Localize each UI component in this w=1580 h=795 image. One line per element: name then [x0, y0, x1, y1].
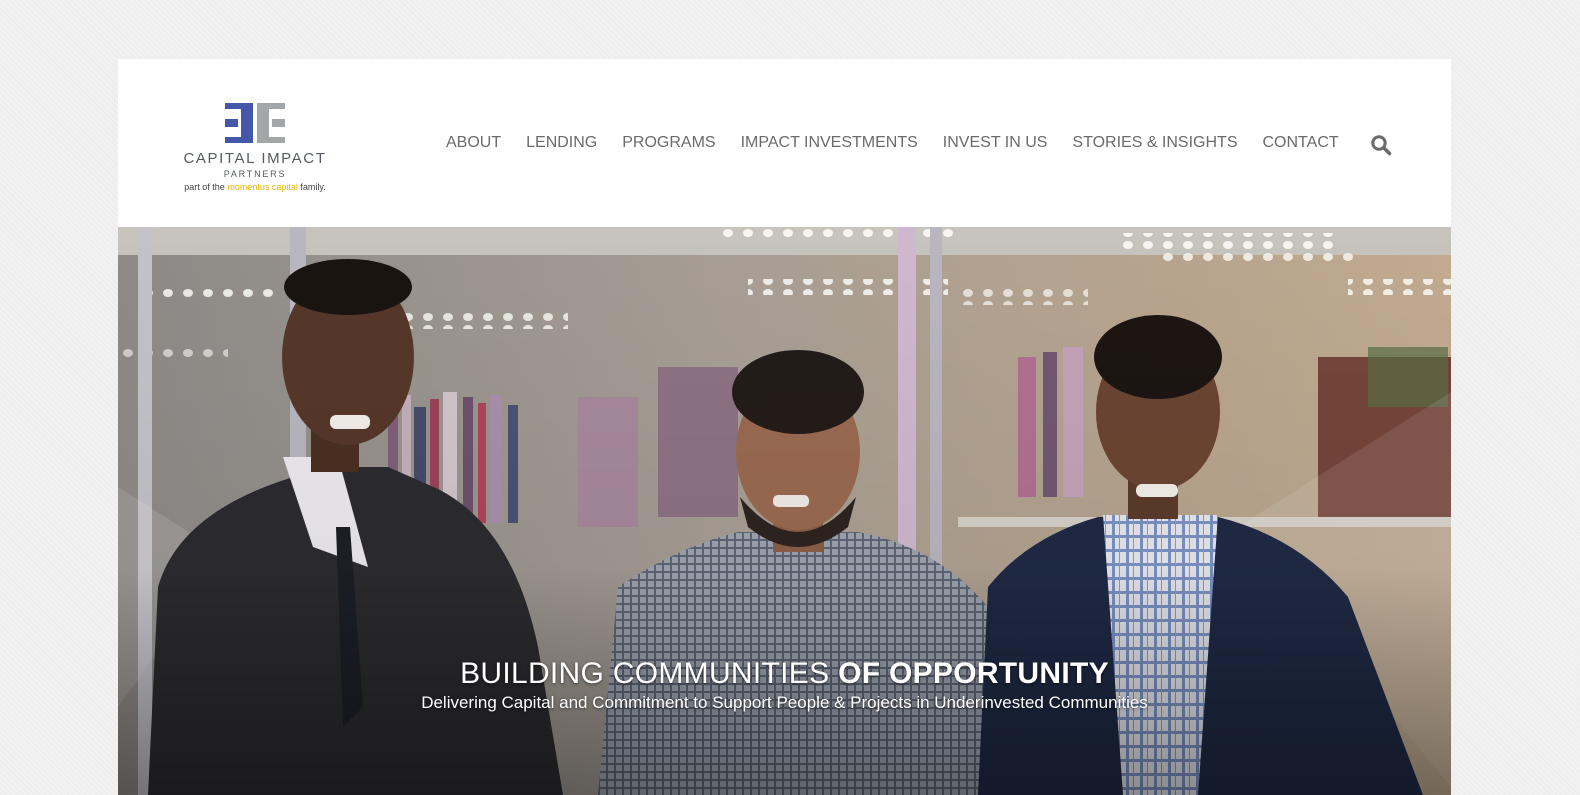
nav-programs[interactable]: PROGRAMS [622, 133, 715, 153]
nav-lending[interactable]: LENDING [526, 133, 597, 153]
main-nav: ABOUT LENDING PROGRAMS IMPACT INVESTMENT… [446, 133, 1339, 153]
logo-title: CAPITAL IMPACT [183, 150, 327, 167]
logo-mark-icon [225, 103, 285, 143]
hero-title: BUILDING COMMUNITIES OF OPPORTUNITY [118, 657, 1451, 691]
logo-tag-highlight: momentus capital [227, 182, 298, 192]
nav-invest-in-us[interactable]: INVEST IN US [943, 133, 1048, 153]
brand-logo[interactable]: CAPITAL IMPACT PARTNERS part of the mome… [175, 103, 335, 195]
nav-contact[interactable]: CONTACT [1263, 133, 1339, 153]
search-icon[interactable] [1370, 134, 1392, 156]
site-header: CAPITAL IMPACT PARTNERS part of the mome… [118, 59, 1451, 227]
hero-text: BUILDING COMMUNITIES OF OPPORTUNITY Deli… [118, 657, 1451, 714]
page-frame: CAPITAL IMPACT PARTNERS part of the mome… [118, 59, 1451, 795]
hero-subtitle: Delivering Capital and Commitment to Sup… [421, 693, 1148, 712]
logo-tag-prefix: part of the [184, 182, 225, 192]
nav-about[interactable]: ABOUT [446, 133, 501, 153]
logo-tagline: part of the momentus capital family. [175, 182, 335, 192]
logo-subtitle: PARTNERS [223, 169, 287, 179]
hero-title-light: BUILDING COMMUNITIES [460, 657, 830, 690]
hero-title-bold: OF OPPORTUNITY [838, 657, 1109, 690]
logo-tag-suffix: family. [300, 182, 326, 192]
nav-stories-insights[interactable]: STORIES & INSIGHTS [1072, 133, 1237, 153]
hero-banner: BUILDING COMMUNITIES OF OPPORTUNITY Deli… [118, 227, 1451, 795]
nav-impact-investments[interactable]: IMPACT INVESTMENTS [741, 133, 918, 153]
